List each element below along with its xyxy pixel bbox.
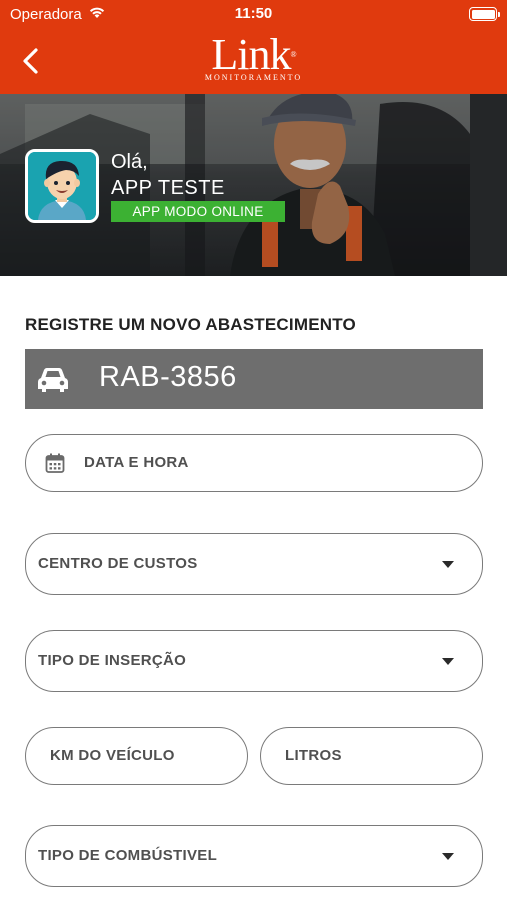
nav-bar: Link® MONITORAMENTO	[0, 30, 507, 94]
vehicle-plate-bar: RAB-3856	[25, 349, 483, 409]
logo-subtext: MONITORAMENTO	[204, 73, 303, 82]
chevron-down-icon	[442, 658, 454, 665]
user-avatar-icon	[28, 152, 96, 220]
fuel-type-select[interactable]: TIPO DE COMBÚSTIVEL	[25, 825, 483, 887]
status-time: 11:50	[234, 5, 273, 22]
avatar	[25, 149, 99, 223]
page-title: REGISTRE UM NOVO ABASTECIMENTO	[25, 315, 356, 334]
date-time-field[interactable]: DATA E HORA	[25, 434, 483, 492]
cost-center-label: CENTRO DE CUSTOS	[38, 555, 198, 572]
greeting-text: Olá,	[111, 151, 148, 173]
vehicle-plate: RAB-3856	[99, 361, 237, 393]
cost-center-select[interactable]: CENTRO DE CUSTOS	[25, 533, 483, 595]
logo-text: Link	[211, 30, 291, 79]
app-header: Operadora 11:50 Link® MONITORAMENTO	[0, 0, 507, 94]
profile-banner: Olá, APP TESTE APP MODO ONLINE	[0, 94, 507, 276]
status-badge: APP MODO ONLINE	[111, 201, 285, 222]
chevron-down-icon	[442, 853, 454, 860]
calendar-icon	[45, 453, 65, 473]
liters-input[interactable]: LITROS	[260, 727, 483, 785]
vehicle-km-input[interactable]: KM DO VEÍCULO	[25, 727, 248, 785]
battery-icon	[469, 7, 500, 21]
fuel-type-label: TIPO DE COMBÚSTIVEL	[38, 847, 218, 864]
vehicle-km-label: KM DO VEÍCULO	[50, 747, 175, 764]
date-time-placeholder: DATA E HORA	[84, 454, 189, 471]
liters-label: LITROS	[285, 747, 342, 764]
user-name: APP TESTE	[111, 177, 225, 199]
insertion-type-label: TIPO DE INSERÇÃO	[38, 652, 187, 669]
brand-logo: Link® MONITORAMENTO	[0, 33, 507, 83]
logo-registered-mark: ®	[290, 50, 297, 59]
insertion-type-select[interactable]: TIPO DE INSERÇÃO	[25, 630, 483, 692]
status-bar: Operadora 11:50	[0, 0, 507, 30]
car-icon	[38, 368, 68, 392]
chevron-down-icon	[442, 561, 454, 568]
